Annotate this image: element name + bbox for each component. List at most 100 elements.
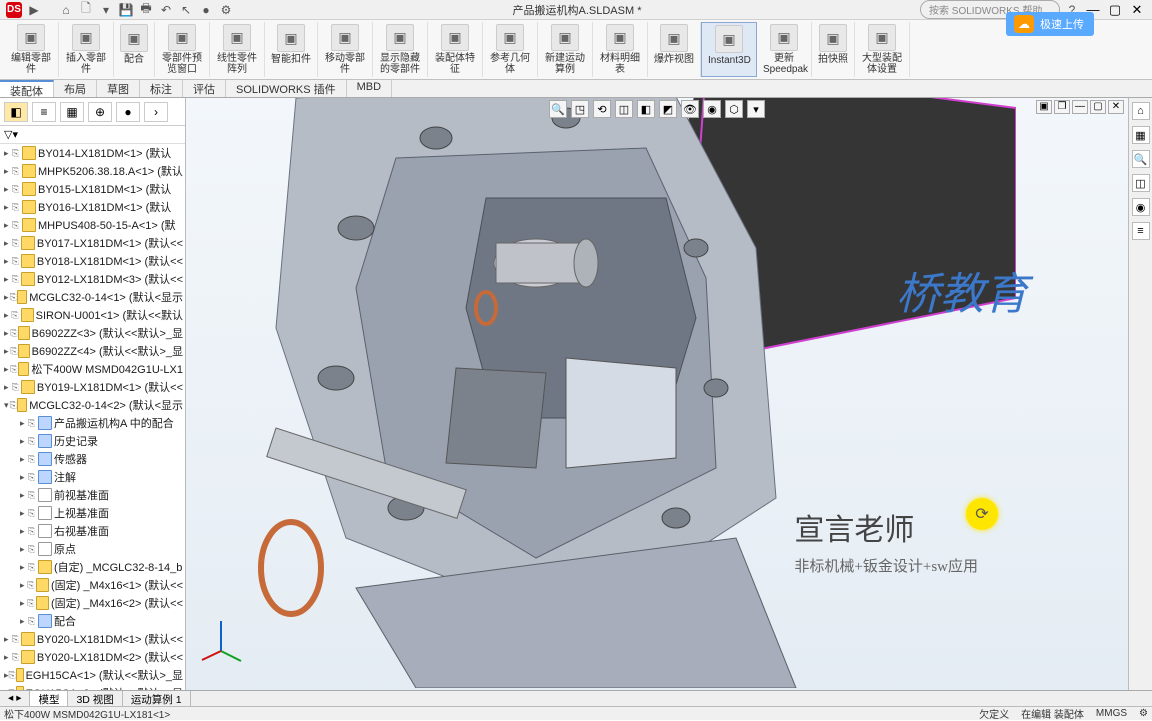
tree-item[interactable]: ▸⎘(自定) _MCGLC32-8-14_b [2,558,185,576]
taskpane-view-icon[interactable]: ◫ [1132,174,1150,192]
expand-icon[interactable]: ▸ [20,580,27,591]
rebuild-icon[interactable]: ● [198,2,214,18]
tab-装配体[interactable]: 装配体 [0,80,54,97]
tree-item[interactable]: ▸⎘MHPK5206.38.18.A<1> (默认 [2,162,185,180]
open-icon[interactable]: ▾ [98,2,114,18]
tree-tab-icon[interactable]: ◧ [4,102,28,122]
tree-filter[interactable]: ▽▾ [0,126,185,144]
tree-item[interactable]: ▸⎘BY017-LX181DM<1> (默认<< [2,234,185,252]
tab-MBD[interactable]: MBD [347,80,392,97]
tab-草图[interactable]: 草图 [97,80,140,97]
taskpane-appear-icon[interactable]: ◉ [1132,198,1150,216]
expand-icon[interactable]: ▸ [20,472,28,483]
tree-tab-icon[interactable]: › [144,102,168,122]
tree-item[interactable]: ▾⎘MCGLC32-0-14<2> (默认<显示 [2,396,185,414]
close-button[interactable]: ✕ [1128,2,1146,18]
expand-icon[interactable]: ▸ [20,544,28,555]
tree-item[interactable]: ▸⎘注解 [2,468,185,486]
expand-icon[interactable]: ▸ [4,634,12,645]
options-icon[interactable]: ⚙ [218,2,234,18]
prev-view-icon[interactable]: ⟲ [593,100,611,118]
ribbon-移动零部件[interactable]: ▣移动零部件 [318,22,373,77]
tree-item[interactable]: ▸⎘BY016-LX181DM<1> (默认 [2,198,185,216]
ribbon-插入零部件[interactable]: ▣插入零部件 [59,22,114,77]
tree-item[interactable]: ▸⎘(固定) _M4x16<2> (默认<< [2,594,185,612]
hide-show-icon[interactable]: 👁 [681,100,699,118]
orientation-triad[interactable] [196,616,246,666]
bottom-tabs-nav[interactable]: ◂ ▸ [0,691,30,706]
ribbon-编辑零部件[interactable]: ▣编辑零部件 [4,22,59,77]
upload-badge[interactable]: ☁ 极速上传 [1006,12,1094,36]
ribbon-拍快照[interactable]: ▣拍快照 [812,22,855,77]
feature-tree[interactable]: ▸⎘BY014-LX181DM<1> (默认▸⎘MHPK5206.38.18.A… [0,144,185,696]
expand-icon[interactable]: ▸ [4,310,11,321]
scene-icon[interactable]: ⬡ [725,100,743,118]
expand-icon[interactable]: ▸ [4,274,12,285]
ribbon-Instant3D[interactable]: ▣Instant3D [701,22,757,77]
tree-tab-icon[interactable]: ⊕ [88,102,112,122]
tab-布局[interactable]: 布局 [54,80,97,97]
ribbon-新建运动算例[interactable]: ▣新建运动算例 [538,22,593,77]
ribbon-智能扣件[interactable]: ▣智能扣件 [265,22,318,77]
tree-item[interactable]: ▸⎘B6902ZZ<3> (默认<<默认>_显 [2,324,185,342]
expand-icon[interactable]: ▸ [4,382,12,393]
tree-item[interactable]: ▸⎘配合 [2,612,185,630]
vp-max-icon[interactable]: ▢ [1090,100,1106,114]
expand-icon[interactable]: ▸ [4,238,12,249]
tree-item[interactable]: ▸⎘BY019-LX181DM<1> (默认<< [2,378,185,396]
expand-icon[interactable]: ▸ [4,166,12,177]
zoom-area-icon[interactable]: ◳ [571,100,589,118]
ribbon-大型装配体设置[interactable]: ▣大型装配体设置 [855,22,910,77]
bottom-tab-运动算例 1[interactable]: 运动算例 1 [123,691,191,706]
expand-icon[interactable]: ▸ [4,202,12,213]
tree-item[interactable]: ▸⎘MCGLC32-0-14<1> (默认<显示 [2,288,185,306]
tree-tab-icon[interactable]: ● [116,102,140,122]
ribbon-装配体特征[interactable]: ▣装配体特征 [428,22,483,77]
expand-icon[interactable]: ▸ [4,184,12,195]
vp-min-icon[interactable]: — [1072,100,1088,114]
tree-item[interactable]: ▸⎘右视基准面 [2,522,185,540]
undo-icon[interactable]: ↶ [158,2,174,18]
expand-icon[interactable]: ▸ [20,418,28,429]
vp-close-icon[interactable]: ✕ [1108,100,1124,114]
ribbon-参考几何体[interactable]: ▣参考几何体 [483,22,538,77]
tree-item[interactable]: ▸⎘(固定) _M4x16<1> (默认<< [2,576,185,594]
expand-icon[interactable]: ▸ [20,490,28,501]
expand-icon[interactable]: ▸ [20,598,27,609]
expand-icon[interactable]: ▸ [20,454,28,465]
tree-item[interactable]: ▸⎘B6902ZZ<4> (默认<<默认>_显 [2,342,185,360]
tree-item[interactable]: ▸⎘SIRON-U001<1> (默认<<默认 [2,306,185,324]
zoom-fit-icon[interactable]: 🔍 [549,100,567,118]
tab-评估[interactable]: 评估 [183,80,226,97]
tree-item[interactable]: ▸⎘BY012-LX181DM<3> (默认<< [2,270,185,288]
bottom-tab-模型[interactable]: 模型 [30,691,68,706]
expand-icon[interactable]: ▸ [20,436,28,447]
tree-item[interactable]: ▸⎘原点 [2,540,185,558]
expand-icon[interactable]: ▸ [4,256,12,267]
ribbon-材料明细表[interactable]: ▣材料明细表 [593,22,648,77]
expand-icon[interactable]: ▸ [20,508,28,519]
new-icon[interactable]: 🗋 [78,2,94,18]
vp-restore-icon[interactable]: ❐ [1054,100,1070,114]
expand-icon[interactable]: ▸ [20,616,28,627]
status-units[interactable]: MMGS [1096,708,1127,719]
tree-item[interactable]: ▸⎘产品搬运机构A 中的配合 [2,414,185,432]
ribbon-线性零件阵列[interactable]: ▣线性零件阵列 [210,22,265,77]
bottom-tab-3D 视图[interactable]: 3D 视图 [68,691,122,706]
display-style-icon[interactable]: ◩ [659,100,677,118]
tab-标注[interactable]: 标注 [140,80,183,97]
tree-tab-icon[interactable]: ▦ [60,102,84,122]
ribbon-爆炸视图[interactable]: ▣爆炸视图 [648,22,701,77]
tree-item[interactable]: ▸⎘BY020-LX181DM<1> (默认<< [2,630,185,648]
ribbon-配合[interactable]: ▣配合 [114,22,155,77]
ribbon-显示隐藏的零部件[interactable]: ▣显示隐藏的零部件 [373,22,428,77]
tree-item[interactable]: ▸⎘传感器 [2,450,185,468]
tree-item[interactable]: ▸⎘BY015-LX181DM<1> (默认 [2,180,185,198]
tree-item[interactable]: ▸⎘EGH15CA<1> (默认<<默认>_显 [2,666,185,684]
maximize-button[interactable]: ▢ [1106,2,1124,18]
graphics-viewport[interactable]: 🔍 ◳ ⟲ ◫ ◧ ◩ 👁 ◉ ⬡ ▾ ▣ ❐ — ▢ ✕ [186,98,1128,706]
save-icon[interactable]: 💾 [118,2,134,18]
expand-icon[interactable]: ▸ [4,652,12,663]
tree-item[interactable]: ▸⎘MHPUS408-50-15-A<1> (默 [2,216,185,234]
select-icon[interactable]: ↖ [178,2,194,18]
